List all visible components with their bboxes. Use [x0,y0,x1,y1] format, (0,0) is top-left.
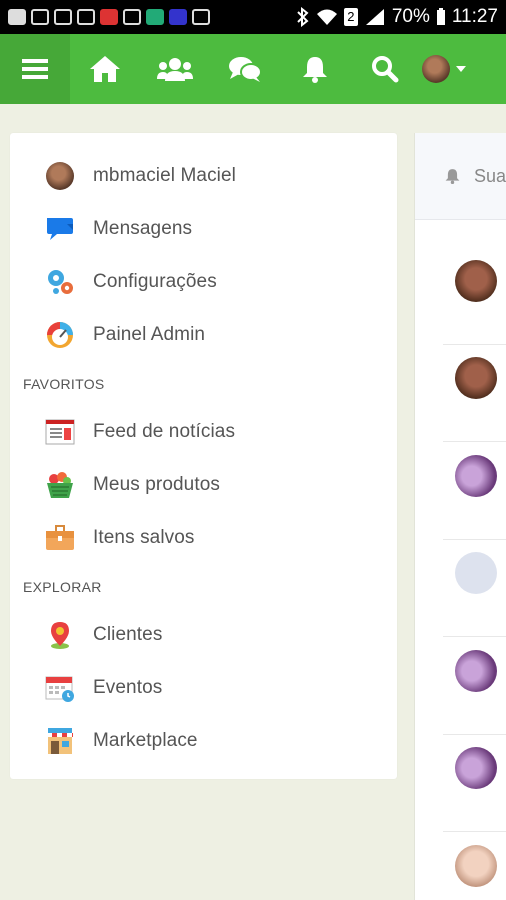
menu-button[interactable] [0,34,70,104]
profile-avatar [46,161,74,190]
avatar [422,55,450,83]
notification-item[interactable] [443,443,506,540]
sidebar-item-label: Meus produtos [93,473,220,495]
sidebar-item-label: Mensagens [93,217,193,239]
notification-item[interactable] [443,345,506,442]
avatar [455,845,497,887]
notifications-header: Sua [415,133,506,220]
sim-badge: 2 [343,8,358,26]
sidebar-item-messages[interactable]: Mensagens [10,202,397,255]
sidebar-item-label: Marketplace [93,729,198,751]
avatar [455,260,497,302]
sidebar-item-clients[interactable]: Clientes [10,608,397,661]
notification-icon [123,9,141,25]
section-title-explore: EXPLORAR [23,579,102,595]
sidebar-menu: mbmaciel Maciel Mensagens Configurações … [10,133,397,779]
notification-icon [31,9,49,25]
notification-icon [192,9,210,25]
notifications-header-text: Sua [473,165,506,186]
notification-icon [54,9,72,25]
notification-item[interactable] [443,735,506,832]
notification-icon [100,9,118,25]
bluetooth-icon [297,7,309,27]
notification-icons [8,9,210,25]
battery-percent: 70% [391,6,430,27]
store-icon [47,727,73,754]
notification-icon [169,9,187,25]
sidebar-item-admin-panel[interactable]: Painel Admin [10,308,397,361]
avatar [45,161,75,191]
bell-icon [303,57,327,83]
chat-icon [229,57,262,82]
map-pin-icon [51,621,69,649]
notification-item[interactable] [443,833,506,900]
section-title-favorites: FAVORITOS [23,376,105,392]
avatar [455,552,497,594]
avatar [455,357,497,399]
notification-item[interactable] [443,540,506,637]
battery-icon [436,8,445,25]
notification-item[interactable] [443,248,506,345]
status-bar: 2 70% 11:27 [0,0,506,34]
search-icon [372,56,399,83]
wifi-icon [316,9,337,25]
sidebar-item-my-products[interactable]: Meus produtos [10,458,397,511]
calendar-icon [45,676,74,702]
avatar [455,650,497,692]
notifications-panel: Sua [414,133,506,900]
sidebar-item-label: Configurações [93,270,217,292]
home-button[interactable] [70,34,140,104]
notification-icon [8,9,26,25]
home-icon [90,56,120,82]
newsfeed-icon [45,419,75,444]
sidebar-item-label: Eventos [93,676,163,698]
basket-icon [47,471,73,498]
notifications-button[interactable] [280,34,350,104]
sidebar-item-newsfeed[interactable]: Feed de notícias [10,405,397,458]
avatar [455,747,497,789]
avatar [455,455,497,497]
sidebar-item-saved-items[interactable]: Itens salvos [10,511,397,564]
signal-icon [365,9,384,25]
sidebar-item-label: Itens salvos [93,526,195,548]
notification-icon [77,9,95,25]
bell-icon [445,169,460,185]
briefcase-icon [46,524,74,550]
clock: 11:27 [451,6,498,27]
notification-icon [146,9,164,25]
settings-gears-icon [48,269,73,294]
messages-icon [47,217,73,240]
friends-icon [157,58,193,81]
sidebar-item-events[interactable]: Eventos [10,661,397,714]
notification-item[interactable] [443,638,506,735]
sidebar-item-marketplace[interactable]: Marketplace [10,714,397,767]
chevron-down-icon [456,66,466,72]
dashboard-gauge-icon [47,321,73,348]
sidebar-item-label: Painel Admin [93,323,206,345]
profile-menu-button[interactable] [422,55,466,83]
search-button[interactable] [350,34,420,104]
sidebar-item-label: Feed de notícias [93,420,236,442]
menu-icon [22,59,48,79]
sidebar-item-label: mbmaciel Maciel [93,164,236,186]
chat-button[interactable] [210,34,280,104]
sidebar-item-label: Clientes [93,623,163,645]
friends-button[interactable] [140,34,210,104]
sidebar-item-profile[interactable]: mbmaciel Maciel [10,149,397,202]
top-app-bar [0,34,506,104]
sidebar-item-settings[interactable]: Configurações [10,255,397,308]
